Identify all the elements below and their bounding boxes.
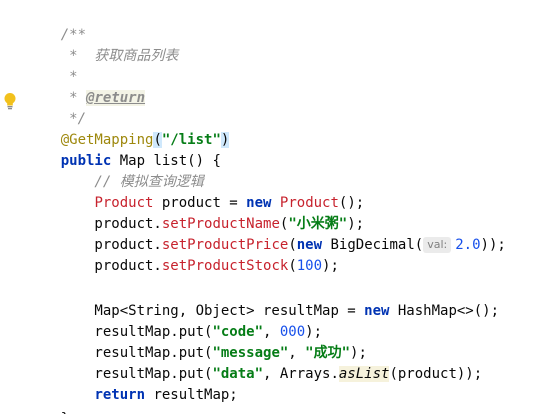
code-line-11[interactable]: product.setProductPrice(new BigDecimal(v… [27,214,506,253]
code-line-12[interactable]: product.setProductStock(100); [27,235,338,274]
statement-end: (product)); [389,366,483,382]
receiver: product. [60,258,162,274]
code-line-17[interactable]: resultMap.put("data", Arrays.asList(prod… [27,343,482,382]
javadoc-description: * 获取商品列表 [60,48,179,64]
keyword-return: return [94,387,146,403]
code-line-4[interactable]: * @return [27,67,146,106]
hashmap-ctor: HashMap<>(); [389,303,500,319]
code-line-18[interactable]: return resultMap; [27,364,237,403]
code-line-19[interactable]: } [27,388,69,414]
code-editor[interactable]: /** * 获取商品列表 * * @return */ @GetMapping(… [0,0,537,414]
editor-gutter [0,0,22,414]
return-value: resultMap; [145,387,238,403]
static-method-aslist: asList [338,366,390,382]
code-line-2[interactable]: * 获取商品列表 [27,25,178,64]
code-line-14[interactable]: Map<String, Object> resultMap = new Hash… [27,280,499,319]
statement-end: ); [322,258,339,274]
number-literal: 100 [296,258,323,274]
paren-close: ) [220,132,230,148]
lightbulb-icon[interactable] [3,92,17,110]
method-set-product-stock: setProductStock [161,258,289,274]
code-line-8[interactable]: // 模拟查询逻辑 [27,151,203,190]
code-line-15[interactable]: resultMap.put("code", 000); [27,301,322,340]
code-line-1[interactable]: /** [27,4,86,43]
keyword-new: new [364,303,390,319]
code-line-5[interactable]: */ [27,88,86,127]
code-line-3[interactable]: * [27,46,77,85]
code-line-6[interactable]: @GetMapping("/list") [27,109,230,148]
parameter-hint: val: [423,237,452,253]
paren-open: ( [288,258,297,274]
code-line-10[interactable]: product.setProductName("小米粥"); [27,193,364,232]
number-literal: 2.0 [455,237,481,253]
statement-end: )); [480,237,506,253]
code-line-9[interactable]: Product product = new Product(); [27,172,364,211]
code-line-7[interactable]: public Map list() { [27,130,221,169]
code-line-13[interactable] [27,256,61,277]
arrays-receiver: , Arrays. [263,366,339,382]
javadoc-return-tag: @return [86,90,146,106]
code-line-16[interactable]: resultMap.put("message", "成功"); [27,322,366,361]
